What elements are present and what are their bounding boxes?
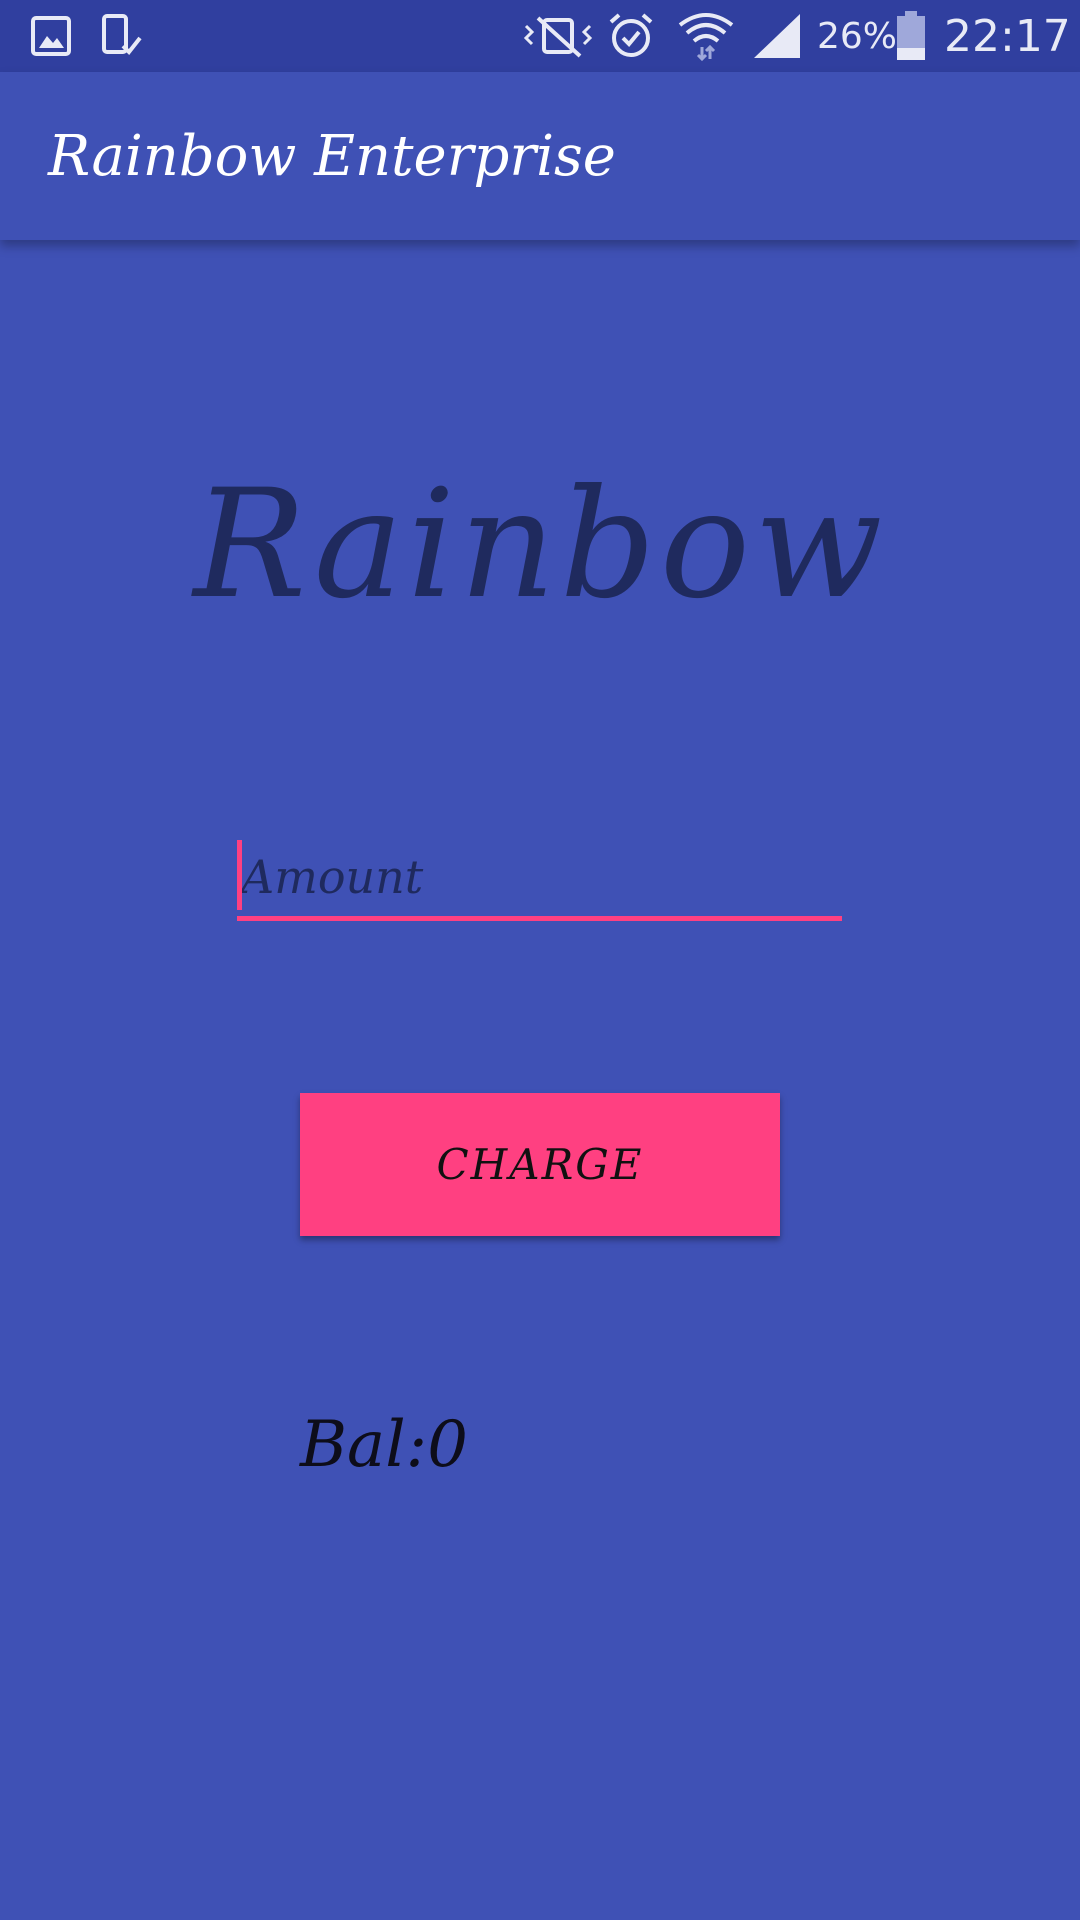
balance-label: Bal:0	[300, 1408, 468, 1482]
app-bar: Rainbow Enterprise	[0, 72, 1080, 240]
device-check-icon	[100, 10, 144, 62]
hero-title: Rainbow	[193, 458, 887, 632]
signal-icon	[752, 10, 802, 62]
gallery-icon	[30, 10, 72, 62]
vibrate-silent-icon	[522, 10, 594, 62]
wifi-icon	[678, 10, 734, 62]
app-title: Rainbow Enterprise	[48, 124, 616, 189]
text-cursor	[237, 840, 242, 910]
amount-input[interactable]	[237, 838, 842, 916]
amount-field-container[interactable]	[237, 838, 842, 923]
charge-button[interactable]: CHARGE	[300, 1093, 780, 1236]
status-bar: 26% 22:17	[0, 0, 1080, 72]
battery-icon	[896, 10, 926, 62]
battery-percent: 26%	[817, 16, 898, 57]
amount-underline	[237, 916, 842, 921]
alarm-icon	[607, 10, 655, 62]
clock-time: 22:17	[944, 11, 1071, 62]
